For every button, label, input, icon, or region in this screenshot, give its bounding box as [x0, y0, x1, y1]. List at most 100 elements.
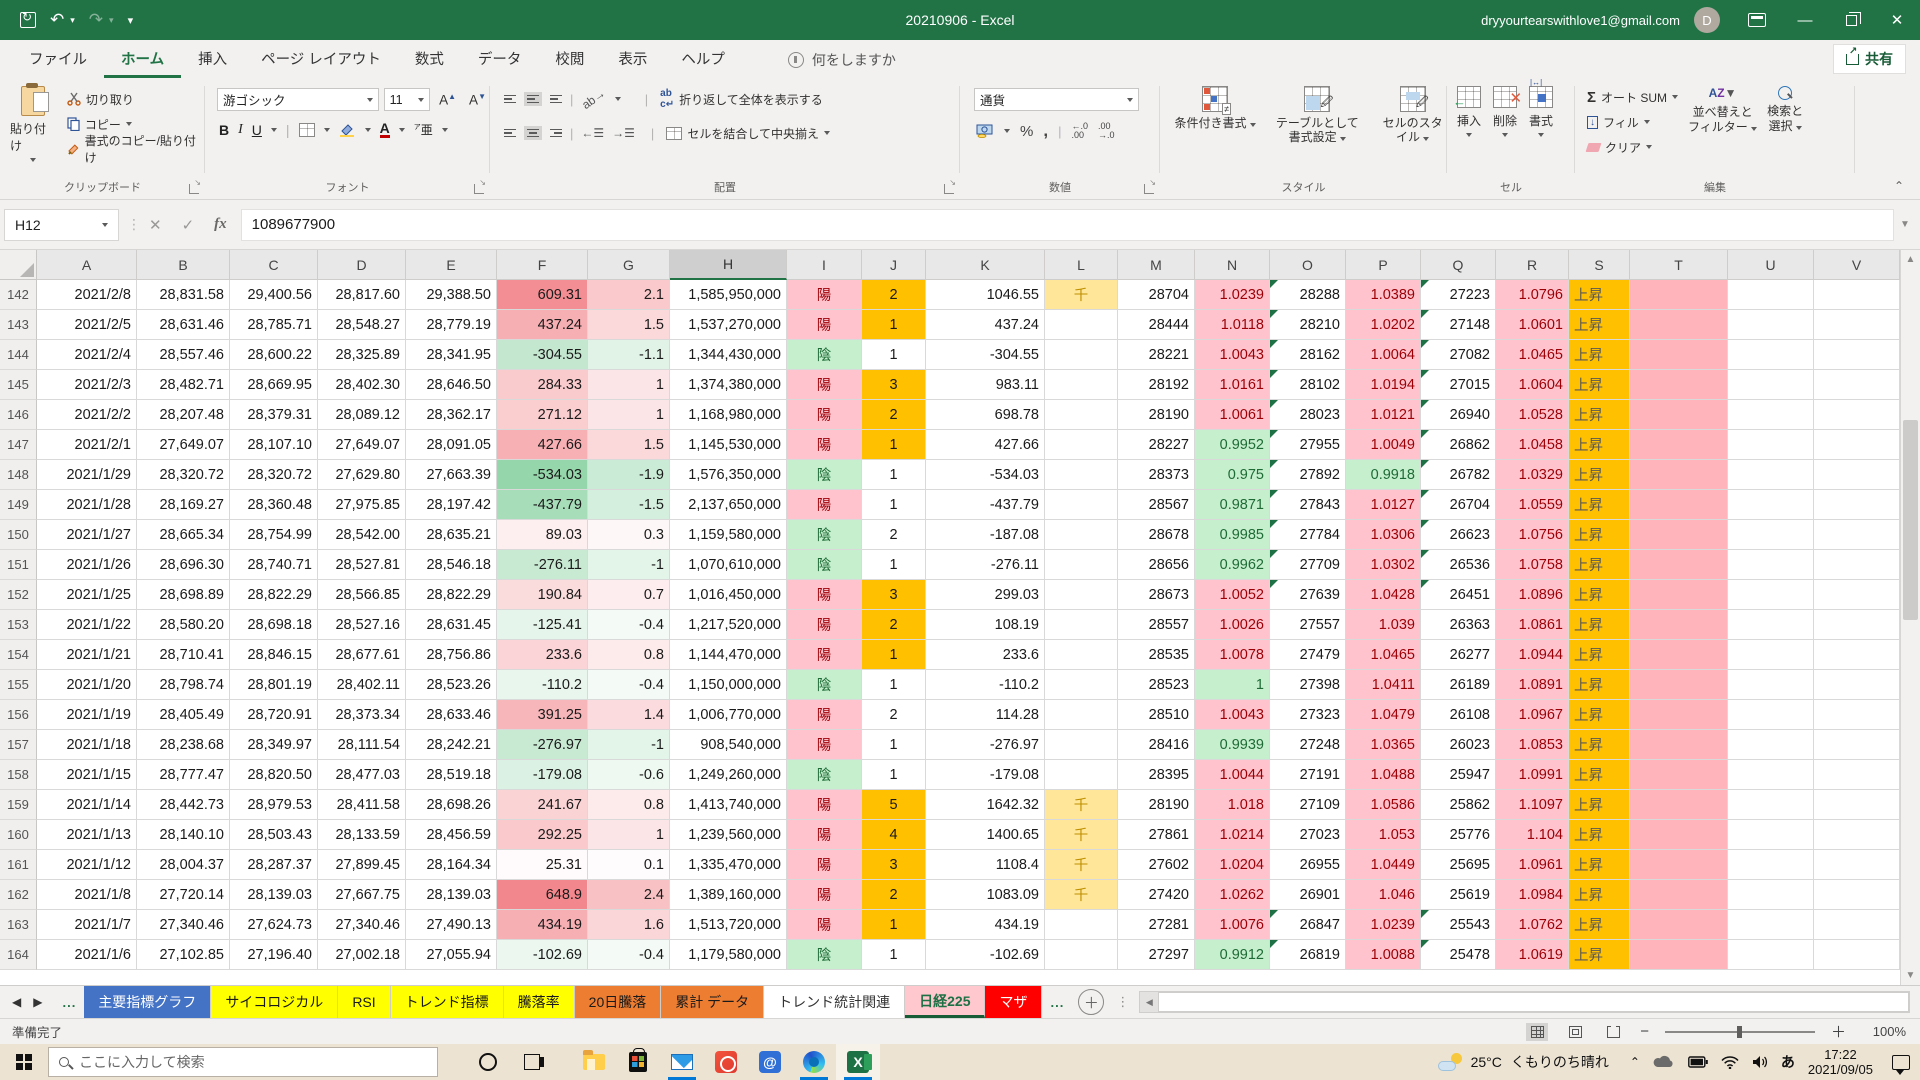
cell-N164[interactable]: 0.9912	[1195, 940, 1270, 970]
cell-L151[interactable]	[1045, 550, 1118, 580]
cell-H163[interactable]: 1,513,720,000	[670, 910, 787, 940]
cell-A145[interactable]: 2021/2/3	[37, 370, 137, 400]
cell-J152[interactable]: 3	[862, 580, 926, 610]
undo-icon[interactable]: ↶	[50, 10, 64, 30]
cell-D158[interactable]: 28,477.03	[318, 760, 406, 790]
cell-D152[interactable]: 28,566.85	[318, 580, 406, 610]
cell-F160[interactable]: 292.25	[497, 820, 588, 850]
cell-Q162[interactable]: 25619	[1421, 880, 1496, 910]
cell-G153[interactable]: -0.4	[588, 610, 670, 640]
cell-J164[interactable]: 1	[862, 940, 926, 970]
action-center-icon[interactable]	[1892, 1055, 1910, 1070]
cell-R143[interactable]: 1.0601	[1496, 310, 1569, 340]
increase-decimal-icon[interactable]: ←.0.00	[1071, 122, 1088, 140]
cell-G162[interactable]: 2.4	[588, 880, 670, 910]
cell-V142[interactable]	[1814, 280, 1900, 310]
cell-E145[interactable]: 28,646.50	[406, 370, 497, 400]
row-header-155[interactable]: 155	[0, 670, 37, 700]
cell-G163[interactable]: 1.6	[588, 910, 670, 940]
align-right-icon[interactable]	[550, 129, 562, 138]
cell-C151[interactable]: 28,740.71	[230, 550, 318, 580]
cell-G164[interactable]: -0.4	[588, 940, 670, 970]
row-header-145[interactable]: 145	[0, 370, 37, 400]
row-header-156[interactable]: 156	[0, 700, 37, 730]
cell-B142[interactable]: 28,831.58	[137, 280, 230, 310]
cell-S161[interactable]: 上昇	[1569, 850, 1630, 880]
cell-T163[interactable]	[1630, 910, 1728, 940]
cell-K142[interactable]: 1046.55	[926, 280, 1045, 310]
cell-H161[interactable]: 1,335,470,000	[670, 850, 787, 880]
cell-L154[interactable]	[1045, 640, 1118, 670]
cell-L157[interactable]	[1045, 730, 1118, 760]
sheet-next-icon[interactable]: ▶	[33, 995, 42, 1009]
cell-B150[interactable]: 28,665.34	[137, 520, 230, 550]
cell-K146[interactable]: 698.78	[926, 400, 1045, 430]
cell-R147[interactable]: 1.0458	[1496, 430, 1569, 460]
cell-A155[interactable]: 2021/1/20	[37, 670, 137, 700]
cell-C156[interactable]: 28,720.91	[230, 700, 318, 730]
cell-Q157[interactable]: 26023	[1421, 730, 1496, 760]
sheet-tab-3[interactable]: トレンド指標	[391, 986, 504, 1018]
cell-F163[interactable]: 434.19	[497, 910, 588, 940]
cell-S151[interactable]: 上昇	[1569, 550, 1630, 580]
task-view-button[interactable]	[510, 1044, 554, 1080]
cell-S152[interactable]: 上昇	[1569, 580, 1630, 610]
cell-P154[interactable]: 1.0465	[1346, 640, 1421, 670]
cell-M162[interactable]: 27420	[1118, 880, 1195, 910]
row-header-149[interactable]: 149	[0, 490, 37, 520]
sheet-tab-4[interactable]: 騰落率	[504, 986, 575, 1018]
sheet-tab-2[interactable]: RSI	[338, 986, 390, 1018]
cell-R158[interactable]: 1.0991	[1496, 760, 1569, 790]
tell-me-box[interactable]: 何をしますか	[788, 50, 896, 78]
cell-M157[interactable]: 28416	[1118, 730, 1195, 760]
cell-T145[interactable]	[1630, 370, 1728, 400]
sheet-tab-9[interactable]: マザ	[985, 986, 1042, 1018]
cell-B147[interactable]: 27,649.07	[137, 430, 230, 460]
cell-R150[interactable]: 1.0756	[1496, 520, 1569, 550]
cell-V158[interactable]	[1814, 760, 1900, 790]
cell-H152[interactable]: 1,016,450,000	[670, 580, 787, 610]
cell-A144[interactable]: 2021/2/4	[37, 340, 137, 370]
cell-O144[interactable]: 28162	[1270, 340, 1346, 370]
cell-I148[interactable]: 陰	[787, 460, 862, 490]
column-header-E[interactable]: E	[406, 250, 497, 280]
cell-B143[interactable]: 28,631.46	[137, 310, 230, 340]
cell-L163[interactable]	[1045, 910, 1118, 940]
column-header-T[interactable]: T	[1630, 250, 1728, 280]
cell-F159[interactable]: 241.67	[497, 790, 588, 820]
cell-E156[interactable]: 28,633.46	[406, 700, 497, 730]
cell-K149[interactable]: -437.79	[926, 490, 1045, 520]
cell-A146[interactable]: 2021/2/2	[37, 400, 137, 430]
cell-R163[interactable]: 1.0762	[1496, 910, 1569, 940]
cell-V143[interactable]	[1814, 310, 1900, 340]
cell-R152[interactable]: 1.0896	[1496, 580, 1569, 610]
cell-O157[interactable]: 27248	[1270, 730, 1346, 760]
delete-cells-button[interactable]: ✕ 削除	[1493, 78, 1517, 137]
cell-F149[interactable]: -437.79	[497, 490, 588, 520]
row-header-147[interactable]: 147	[0, 430, 37, 460]
cell-N148[interactable]: 0.975	[1195, 460, 1270, 490]
cell-I163[interactable]: 陽	[787, 910, 862, 940]
cell-K151[interactable]: -276.11	[926, 550, 1045, 580]
cell-S150[interactable]: 上昇	[1569, 520, 1630, 550]
cell-F155[interactable]: -110.2	[497, 670, 588, 700]
cell-D160[interactable]: 28,133.59	[318, 820, 406, 850]
cell-S156[interactable]: 上昇	[1569, 700, 1630, 730]
cell-U158[interactable]	[1728, 760, 1814, 790]
cell-R157[interactable]: 1.0853	[1496, 730, 1569, 760]
cell-H162[interactable]: 1,389,160,000	[670, 880, 787, 910]
cell-V156[interactable]	[1814, 700, 1900, 730]
find-select-button[interactable]: 検索と選択	[1767, 78, 1803, 158]
hidden-sheets-left-icon[interactable]: ...	[54, 986, 84, 1018]
cell-U145[interactable]	[1728, 370, 1814, 400]
cell-D147[interactable]: 27,649.07	[318, 430, 406, 460]
fill-color-icon[interactable]	[339, 122, 356, 137]
cell-Q147[interactable]: 26862	[1421, 430, 1496, 460]
cell-S158[interactable]: 上昇	[1569, 760, 1630, 790]
file-explorer-button[interactable]	[572, 1044, 616, 1080]
cell-D163[interactable]: 27,340.46	[318, 910, 406, 940]
cell-P157[interactable]: 1.0365	[1346, 730, 1421, 760]
cell-P146[interactable]: 1.0121	[1346, 400, 1421, 430]
cell-U164[interactable]	[1728, 940, 1814, 970]
cell-I147[interactable]: 陽	[787, 430, 862, 460]
